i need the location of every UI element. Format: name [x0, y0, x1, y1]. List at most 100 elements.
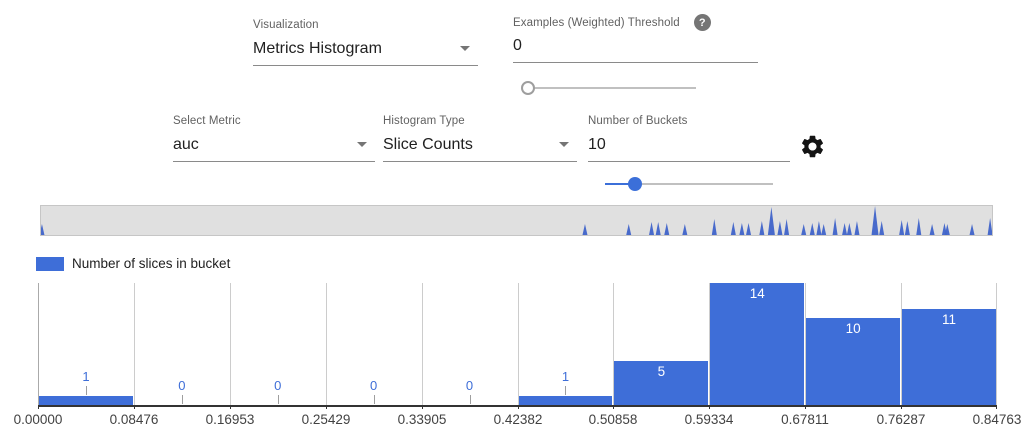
gridline	[996, 283, 997, 405]
visualization-value: Metrics Histogram	[253, 40, 382, 57]
annotation-stem	[374, 395, 375, 404]
bar-value-label: 0	[230, 378, 326, 393]
slice-density-spike	[777, 221, 782, 235]
histogram-type-label: Histogram Type	[383, 115, 577, 127]
slice-density-spike	[847, 223, 852, 235]
bar-value-label: 1	[518, 369, 614, 384]
chevron-down-icon[interactable]	[357, 142, 367, 147]
bar-value-label: 10	[805, 321, 901, 336]
threshold-field[interactable]: Examples (Weighted) Threshold ? 0	[513, 14, 758, 63]
axis-tick	[518, 405, 519, 409]
annotation-stem	[182, 395, 183, 404]
chevron-down-icon[interactable]	[460, 46, 470, 51]
threshold-input[interactable]: 0	[513, 37, 522, 54]
histogram-bar[interactable]	[519, 396, 613, 405]
slice-density-spike	[833, 218, 838, 235]
legend-swatch	[36, 257, 64, 271]
slice-density-spike	[582, 224, 587, 235]
axis-tick-label: 0.00000	[14, 412, 63, 427]
axis-tick-label: 0.67811	[781, 412, 829, 427]
annotation-stem	[278, 395, 279, 404]
axis-tick-label: 0.76287	[877, 412, 926, 427]
axis-tick	[422, 405, 423, 409]
slider-handle[interactable]	[628, 177, 642, 191]
slice-density-spike	[842, 223, 847, 235]
slice-density-spike	[759, 221, 764, 235]
slice-density-spike	[970, 224, 975, 235]
histogram-type-select[interactable]: Histogram Type Slice Counts	[383, 115, 577, 162]
slice-density-spike	[879, 221, 884, 235]
metric-select[interactable]: Select Metric auc	[173, 115, 375, 162]
axis-tick	[326, 405, 327, 409]
slice-density-spike	[801, 224, 806, 235]
slice-density-spike	[626, 224, 631, 235]
axis-tick-label: 0.16953	[206, 412, 255, 427]
axis-tick	[805, 405, 806, 409]
slice-density-spike	[905, 221, 910, 235]
bar-value-label: 1	[38, 369, 134, 384]
histogram-type-value: Slice Counts	[383, 136, 473, 153]
slice-density-minichart	[41, 206, 992, 235]
axis-tick	[901, 405, 902, 409]
legend-label: Number of slices in bucket	[72, 256, 230, 271]
annotation-stem	[565, 386, 566, 395]
metrics-histogram-panel: Visualization Metrics Histogram Examples…	[0, 0, 1024, 432]
slice-density-spike	[664, 223, 669, 235]
annotation-stem	[86, 386, 87, 395]
slice-density-spike	[41, 224, 44, 235]
axis-tick-label: 0.84763	[973, 412, 1022, 427]
slider-track[interactable]	[528, 87, 696, 89]
slice-density-spike	[682, 224, 687, 235]
gridline	[38, 283, 39, 405]
slider-handle[interactable]	[521, 81, 535, 95]
axis-tick	[38, 405, 39, 409]
axis-tick-label: 0.25429	[302, 412, 351, 427]
slice-density-spike	[739, 223, 744, 235]
slice-density-spike	[649, 222, 654, 235]
slice-density-spike	[821, 224, 826, 235]
slice-density-spike	[810, 223, 815, 235]
range-filter-strip[interactable]	[40, 205, 993, 236]
slice-density-spike	[731, 222, 736, 235]
buckets-label: Number of Buckets	[588, 115, 790, 127]
slice-density-spike	[988, 218, 992, 235]
threshold-label: Examples (Weighted) Threshold	[513, 17, 680, 29]
annotation-stem	[470, 395, 471, 404]
chevron-down-icon[interactable]	[559, 142, 569, 147]
bar-value-label: 14	[709, 286, 805, 301]
buckets-input[interactable]: 10	[588, 136, 606, 153]
histogram-x-axis: 0.000000.084760.169530.254290.339050.423…	[38, 409, 997, 431]
slice-density-spike	[712, 219, 717, 235]
bar-value-label: 0	[326, 378, 422, 393]
histogram-bar[interactable]	[710, 283, 804, 405]
help-icon[interactable]: ?	[694, 14, 711, 31]
slice-density-spike	[872, 206, 879, 235]
chart-legend: Number of slices in bucket	[36, 256, 230, 271]
axis-tick	[709, 405, 710, 409]
visualization-select[interactable]: Visualization Metrics Histogram	[253, 19, 478, 66]
bar-value-label: 5	[613, 364, 709, 379]
bar-value-label: 11	[901, 312, 997, 327]
axis-tick-label: 0.08476	[110, 412, 159, 427]
slice-density-spike	[899, 220, 904, 235]
metric-label: Select Metric	[173, 115, 375, 127]
axis-tick	[230, 405, 231, 409]
axis-tick	[134, 405, 135, 409]
slice-density-spike	[916, 218, 921, 235]
slice-density-spike	[746, 223, 751, 235]
slice-density-spike	[784, 219, 789, 235]
axis-tick	[613, 405, 614, 409]
histogram-bar[interactable]	[39, 396, 133, 405]
buckets-slider[interactable]	[598, 176, 780, 192]
axis-tick-label: 0.50858	[589, 412, 638, 427]
buckets-field[interactable]: Number of Buckets 10	[588, 115, 790, 162]
metric-value: auc	[173, 136, 199, 153]
threshold-slider[interactable]	[521, 80, 703, 96]
visualization-label: Visualization	[253, 19, 478, 31]
histogram-plot-area: 1000015141011	[38, 283, 997, 407]
gridline	[518, 283, 519, 405]
slice-density-spike	[930, 224, 935, 235]
settings-gear-icon[interactable]	[799, 133, 826, 160]
axis-tick	[996, 405, 997, 409]
axis-tick-label: 0.42382	[494, 412, 543, 427]
